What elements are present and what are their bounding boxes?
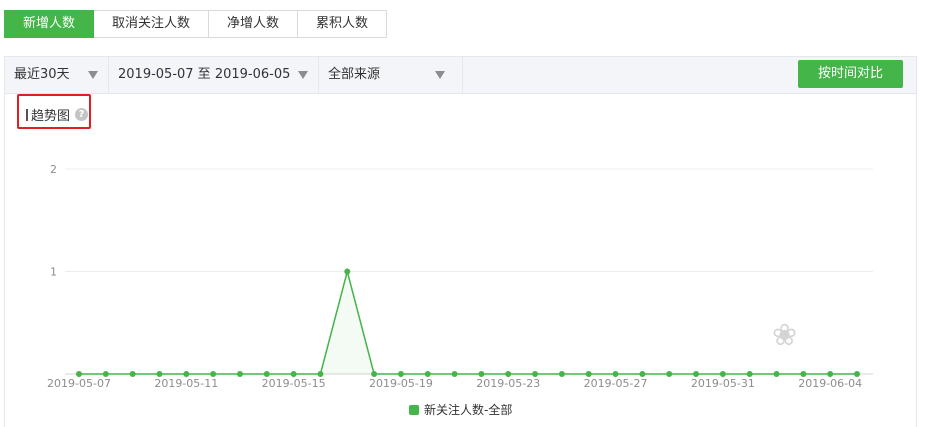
- x-tick-label: 2019-05-15: [262, 377, 326, 390]
- trend-panel: 最近30天 2019-05-07 至 2019-06-05 全部来源 按时间对比…: [4, 56, 917, 427]
- x-tick-label: 2019-05-07: [47, 377, 111, 390]
- x-tick-label: 2019-05-19: [369, 377, 433, 390]
- tab-net-growth[interactable]: 净增人数: [209, 10, 299, 38]
- data-point[interactable]: [424, 371, 431, 377]
- data-point[interactable]: [451, 371, 458, 377]
- data-point[interactable]: [183, 371, 190, 377]
- data-point[interactable]: [532, 371, 539, 377]
- chart-gridlines: [65, 168, 873, 375]
- chart-series: [76, 268, 860, 377]
- chart-legend[interactable]: 新关注人数-全部: [409, 402, 512, 417]
- y-tick-label: 1: [50, 266, 57, 279]
- tab-cumulative[interactable]: 累积人数: [298, 10, 388, 38]
- data-point[interactable]: [210, 371, 217, 377]
- data-point[interactable]: [800, 371, 807, 377]
- data-point[interactable]: [236, 371, 243, 377]
- metric-tabs: 新增人数 取消关注人数 净增人数 累积人数: [4, 10, 388, 38]
- data-point[interactable]: [773, 371, 780, 377]
- trend-chart: 21 2019-05-07 2019-05-11 2019-05-15 2019-05…: [47, 163, 873, 417]
- data-point[interactable]: [263, 371, 270, 377]
- data-point[interactable]: [344, 268, 351, 275]
- y-axis-ticks: 21: [50, 163, 57, 279]
- data-point[interactable]: [719, 371, 726, 377]
- legend-swatch: [409, 405, 419, 415]
- data-point[interactable]: [585, 371, 592, 377]
- data-point[interactable]: [102, 371, 109, 377]
- data-point[interactable]: [827, 371, 834, 377]
- tab-unfollows[interactable]: 取消关注人数: [94, 10, 210, 38]
- data-point[interactable]: [505, 371, 512, 377]
- data-point[interactable]: [746, 371, 753, 377]
- y-tick-label: 2: [50, 163, 57, 176]
- tab-new-followers[interactable]: 新增人数: [4, 10, 95, 38]
- data-point[interactable]: [397, 371, 404, 377]
- x-tick-label: 2019-05-31: [691, 377, 755, 390]
- data-point[interactable]: [854, 371, 860, 377]
- legend-label[interactable]: 新关注人数-全部: [424, 402, 512, 417]
- data-point[interactable]: [371, 371, 378, 377]
- x-tick-label: 2019-06-04: [798, 377, 862, 390]
- data-point[interactable]: [558, 371, 565, 377]
- data-point[interactable]: [156, 371, 163, 377]
- data-point[interactable]: [639, 371, 646, 377]
- data-point[interactable]: [129, 371, 136, 377]
- series-area: [79, 271, 857, 374]
- data-point[interactable]: [76, 371, 82, 377]
- x-tick-label: 2019-05-23: [476, 377, 540, 390]
- x-tick-label: 2019-05-11: [154, 377, 218, 390]
- data-point[interactable]: [612, 371, 619, 377]
- data-point[interactable]: [666, 371, 673, 377]
- data-point[interactable]: [317, 371, 324, 377]
- series-line: [79, 268, 857, 375]
- data-point[interactable]: [478, 371, 485, 377]
- data-point[interactable]: [290, 371, 297, 377]
- data-point[interactable]: [693, 371, 700, 377]
- x-tick-label: 2019-05-27: [584, 377, 648, 390]
